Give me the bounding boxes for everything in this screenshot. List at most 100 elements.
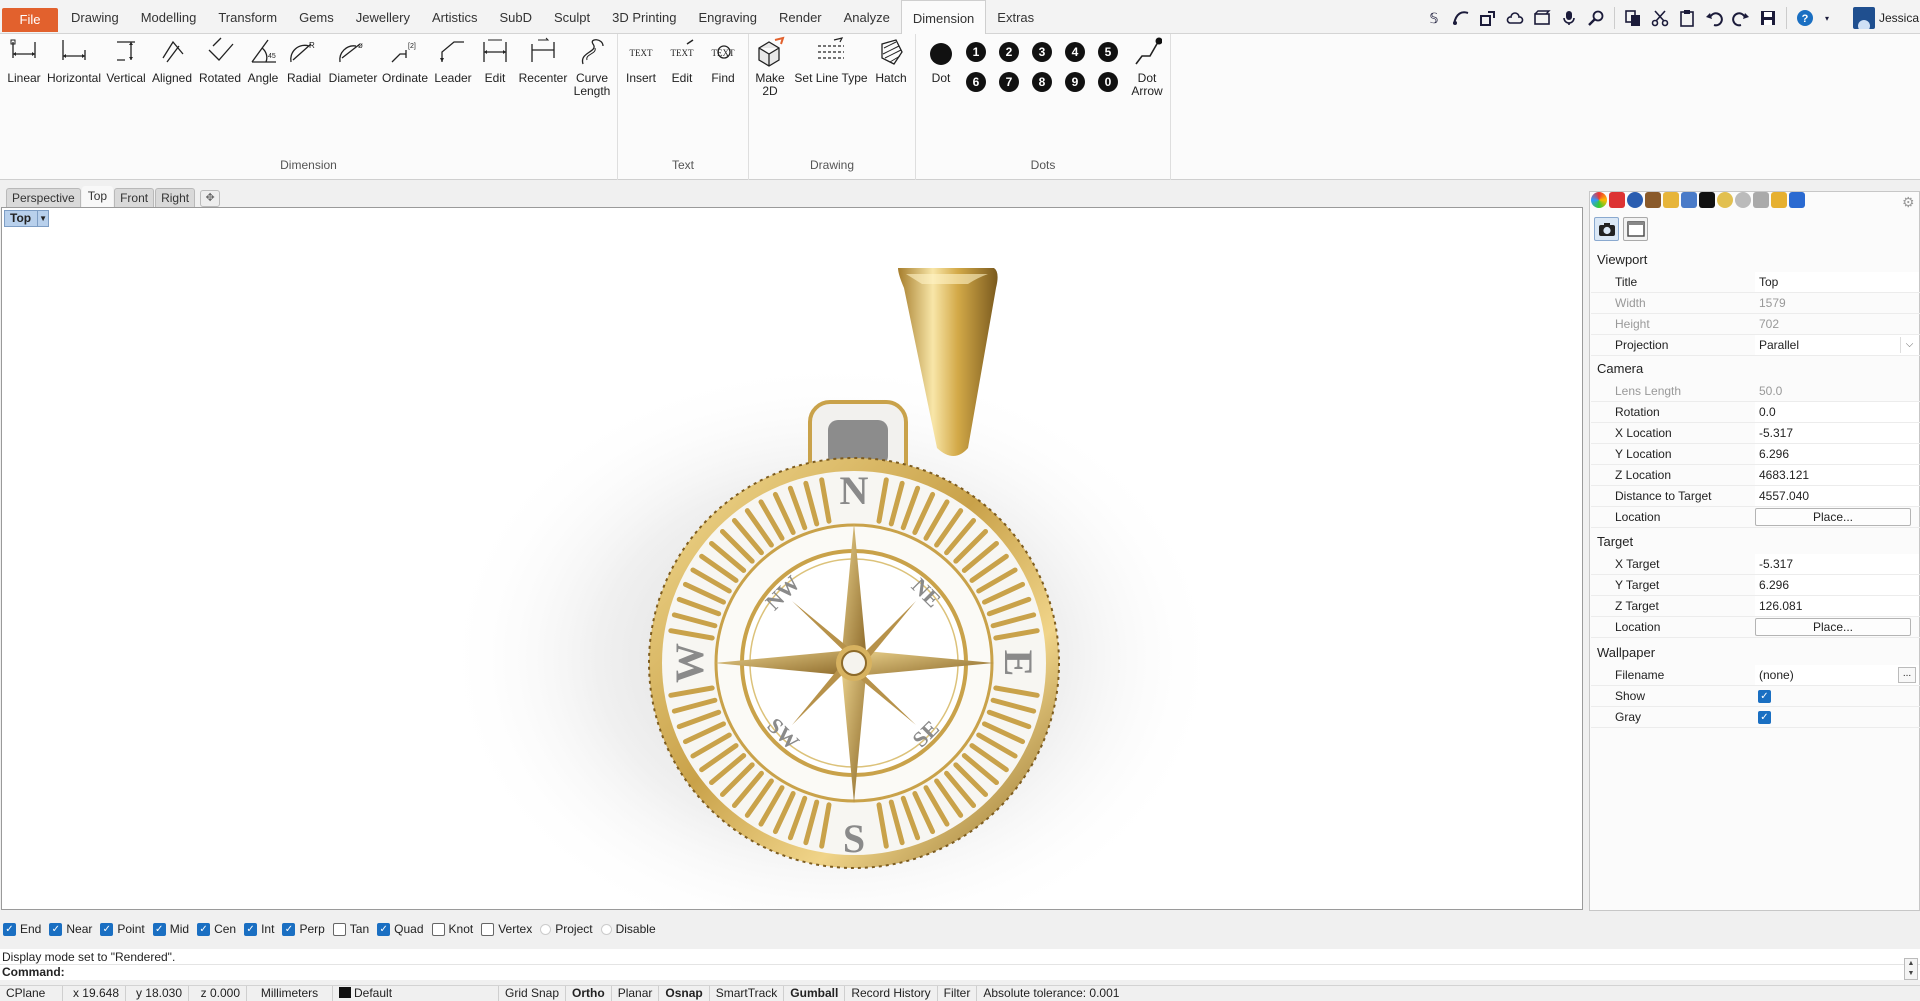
plugin-panel-icon[interactable] xyxy=(1699,192,1715,208)
gumball-toggle[interactable]: Gumball xyxy=(784,986,846,1001)
tab-right[interactable]: Right xyxy=(155,188,196,207)
x-location-field[interactable]: -5.317 xyxy=(1755,423,1919,443)
tab-front[interactable]: Front xyxy=(114,188,155,207)
viewport-title-menu[interactable]: Top ▼ xyxy=(4,210,50,227)
osnap-end-checkbox[interactable]: ✓ xyxy=(3,922,16,936)
paste-icon[interactable] xyxy=(1678,9,1696,27)
angle-button[interactable]: 45 Angle xyxy=(246,36,280,85)
cut-icon[interactable] xyxy=(1651,9,1669,27)
target-place-button[interactable]: Place... xyxy=(1755,618,1911,636)
viewport-properties-tab[interactable] xyxy=(1623,217,1648,241)
record-history-toggle[interactable]: Record History xyxy=(845,986,938,1001)
smarttrack-toggle[interactable]: SmartTrack xyxy=(710,986,785,1001)
make-2d-button[interactable]: Make 2D xyxy=(755,36,785,98)
tab-extras[interactable]: Extras xyxy=(986,0,1045,34)
osnap-disable[interactable]: Disable xyxy=(600,922,656,936)
video-icon[interactable] xyxy=(1533,9,1551,27)
projection-select[interactable]: Parallel xyxy=(1755,335,1919,355)
osnap-knot-checkbox[interactable] xyxy=(431,922,445,936)
curve-tool-icon[interactable] xyxy=(1452,9,1470,27)
osnap-int-checkbox[interactable]: ✓ xyxy=(244,922,258,936)
z-target-field[interactable]: 126.081 xyxy=(1755,596,1919,616)
redo-icon[interactable] xyxy=(1732,9,1750,27)
gray-checkbox[interactable]: ✓ xyxy=(1758,711,1771,724)
osnap-end[interactable]: ✓ End xyxy=(3,922,41,936)
z-location-field[interactable]: 4683.121 xyxy=(1755,465,1919,485)
filename-field[interactable]: (none) xyxy=(1755,665,1919,685)
folder-panel-icon[interactable] xyxy=(1663,192,1679,208)
sun-panel-icon[interactable] xyxy=(1771,192,1787,208)
osnap-point[interactable]: ✓ Point xyxy=(100,922,145,936)
notification-panel-icon[interactable] xyxy=(1789,192,1805,208)
tab-engraving[interactable]: Engraving xyxy=(687,0,768,34)
tab-3d-printing[interactable]: 3D Printing xyxy=(601,0,687,34)
hatch-button[interactable]: Hatch xyxy=(874,36,908,85)
tab-artistics[interactable]: Artistics xyxy=(421,0,489,34)
insert-text-button[interactable]: TEXT Insert xyxy=(626,36,656,85)
title-field[interactable]: Top xyxy=(1755,272,1919,292)
tab-modelling[interactable]: Modelling xyxy=(130,0,208,34)
add-viewport-tab-button[interactable]: ✥ xyxy=(200,190,221,207)
show-checkbox[interactable]: ✓ xyxy=(1758,690,1771,703)
save-icon[interactable] xyxy=(1759,9,1777,27)
y-target-field[interactable]: 6.296 xyxy=(1755,575,1919,595)
osnap-vertex-checkbox[interactable] xyxy=(481,922,495,936)
tab-dimension[interactable]: Dimension xyxy=(900,0,987,35)
osnap-toggle[interactable]: Osnap xyxy=(659,986,710,1001)
osnap-tan[interactable]: Tan xyxy=(332,922,369,936)
tab-sculpt[interactable]: Sculpt xyxy=(543,0,601,34)
camera-place-button[interactable]: Place... xyxy=(1755,508,1911,526)
dot-number-1-button[interactable]: 1 xyxy=(966,42,986,62)
ordinate-button[interactable]: [2] Ordinate xyxy=(381,36,429,85)
set-line-type-button[interactable]: Set Line Type xyxy=(793,36,869,85)
dot-number-6-button[interactable]: 6 xyxy=(966,72,986,92)
dot-button[interactable]: Dot xyxy=(926,36,956,85)
color-panel-icon[interactable] xyxy=(1591,192,1607,208)
osnap-knot[interactable]: Knot xyxy=(431,922,473,936)
tab-render[interactable]: Render xyxy=(768,0,833,34)
osnap-quad[interactable]: ✓ Quad xyxy=(377,922,424,936)
diameter-button[interactable]: ø Diameter xyxy=(328,36,378,85)
grid-panel-icon[interactable] xyxy=(1753,192,1769,208)
osnap-vertex[interactable]: Vertex xyxy=(481,922,532,936)
dot-number-3-button[interactable]: 3 xyxy=(1032,42,1052,62)
command-prompt-input[interactable]: Command: xyxy=(0,964,1920,980)
aligned-button[interactable]: Aligned xyxy=(149,36,195,85)
copy-icon[interactable] xyxy=(1624,9,1642,27)
linear-button[interactable]: Linear xyxy=(5,36,43,85)
osnap-quad-checkbox[interactable]: ✓ xyxy=(377,922,391,936)
command-history-scroll[interactable]: ▲ ▼ xyxy=(1904,958,1918,980)
edit-text-button[interactable]: TEXT Edit xyxy=(667,36,697,85)
materials-panel-icon[interactable] xyxy=(1609,192,1625,208)
x-target-field[interactable]: -5.317 xyxy=(1755,554,1919,574)
help-icon[interactable]: ? xyxy=(1796,9,1814,27)
osnap-cen[interactable]: ✓ Cen xyxy=(197,922,236,936)
file-menu-tab[interactable]: File xyxy=(2,8,58,32)
osnap-point-checkbox[interactable]: ✓ xyxy=(100,922,114,936)
dot-number-9-button[interactable]: 9 xyxy=(1065,72,1085,92)
grid-snap-toggle[interactable]: Grid Snap xyxy=(499,986,567,1001)
chevron-down-icon[interactable]: ⌵ xyxy=(1900,337,1918,353)
osnap-mid-checkbox[interactable]: ✓ xyxy=(152,922,166,936)
current-layer[interactable]: Default xyxy=(333,986,499,1001)
clock-panel-icon[interactable] xyxy=(1735,192,1751,208)
y-location-field[interactable]: 6.296 xyxy=(1755,444,1919,464)
planar-toggle[interactable]: Planar xyxy=(612,986,660,1001)
vertical-button[interactable]: Vertical xyxy=(105,36,147,85)
dot-number-5-button[interactable]: 5 xyxy=(1098,42,1118,62)
rotation-field[interactable]: 0.0 xyxy=(1755,402,1919,422)
tab-jewellery[interactable]: Jewellery xyxy=(345,0,421,34)
dot-number-2-button[interactable]: 2 xyxy=(999,42,1019,62)
dot-number-0-button[interactable]: 0 xyxy=(1098,72,1118,92)
tab-perspective[interactable]: Perspective xyxy=(6,188,81,207)
osnap-mid[interactable]: ✓ Mid xyxy=(152,922,189,936)
osnap-perp-checkbox[interactable]: ✓ xyxy=(282,922,296,936)
scale-icon[interactable] xyxy=(1479,9,1497,27)
edit-dimension-button[interactable]: Edit xyxy=(478,36,512,85)
ortho-toggle[interactable]: Ortho xyxy=(566,986,612,1001)
filter-toggle[interactable]: Filter xyxy=(938,986,978,1001)
tab-top[interactable]: Top xyxy=(81,186,114,207)
horizontal-button[interactable]: Horizontal xyxy=(47,36,101,85)
tab-drawing[interactable]: Drawing xyxy=(60,0,130,34)
script-icon[interactable]: 𝕊 xyxy=(1425,9,1443,27)
